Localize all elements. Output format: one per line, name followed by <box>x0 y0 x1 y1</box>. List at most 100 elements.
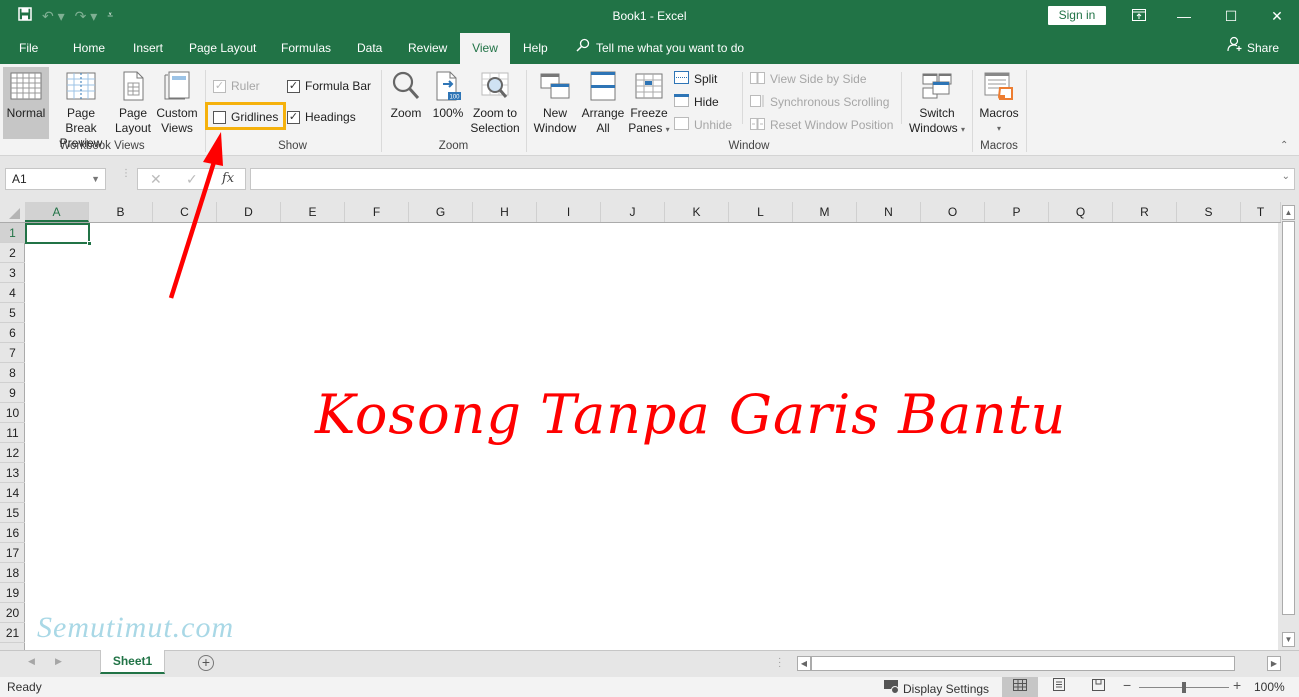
column-header-f[interactable]: F <box>345 202 409 222</box>
active-cell-a1[interactable] <box>25 223 92 246</box>
display-settings-button[interactable]: Display Settings <box>884 680 989 697</box>
tab-data[interactable]: Data <box>347 33 392 64</box>
column-header-m[interactable]: M <box>793 202 857 222</box>
row-header-1[interactable]: 1 <box>0 223 25 243</box>
hide-button[interactable]: Hide <box>674 93 719 111</box>
cancel-icon[interactable]: ✕ <box>150 171 162 188</box>
column-header-q[interactable]: Q <box>1049 202 1113 222</box>
synchronous-scrolling-button[interactable]: Synchronous Scrolling <box>750 93 889 111</box>
sheet-tab-sheet1[interactable]: Sheet1 <box>100 650 165 674</box>
customize-qat-icon[interactable]: ⩡ <box>107 7 113 25</box>
zoom-slider-knob[interactable] <box>1182 682 1186 693</box>
row-header-4[interactable]: 4 <box>0 283 25 303</box>
column-header-n[interactable]: N <box>857 202 921 222</box>
reset-window-position-button[interactable]: Reset Window Position <box>750 116 893 134</box>
row-header-17[interactable]: 17 <box>0 543 25 563</box>
row-header-19[interactable]: 19 <box>0 583 25 603</box>
tell-me-search[interactable]: Tell me what you want to do <box>576 33 744 64</box>
row-header-6[interactable]: 6 <box>0 323 25 343</box>
view-side-by-side-button[interactable]: View Side by Side <box>750 70 867 88</box>
row-header-8[interactable]: 8 <box>0 363 25 383</box>
collapse-ribbon-icon[interactable]: ⌃ <box>1280 140 1288 151</box>
undo-icon[interactable]: ↶ ▾ <box>42 7 65 25</box>
custom-views-button[interactable]: Custom Views <box>154 67 200 139</box>
zoom-percentage[interactable]: 100% <box>1254 680 1285 694</box>
zoom-in-icon[interactable]: + <box>1233 677 1241 693</box>
fill-handle[interactable] <box>87 241 92 246</box>
page-layout-status-icon[interactable] <box>1041 677 1077 697</box>
enter-check-icon[interactable]: ✓ <box>186 171 198 188</box>
row-header-12[interactable]: 12 <box>0 443 25 463</box>
row-header-20[interactable]: 20 <box>0 603 25 623</box>
column-header-s[interactable]: S <box>1177 202 1241 222</box>
column-header-o[interactable]: O <box>921 202 985 222</box>
row-header-10[interactable]: 10 <box>0 403 25 423</box>
save-icon[interactable] <box>18 7 32 25</box>
scroll-right-icon[interactable]: ▶ <box>1267 656 1281 671</box>
row-header-9[interactable]: 9 <box>0 383 25 403</box>
row-header-18[interactable]: 18 <box>0 563 25 583</box>
row-header-14[interactable]: 14 <box>0 483 25 503</box>
maximize-icon[interactable]: ☐ <box>1216 4 1246 28</box>
row-header-7[interactable]: 7 <box>0 343 25 363</box>
horizontal-scrollbar[interactable]: ◀ ▶ <box>797 656 1281 671</box>
tab-review[interactable]: Review <box>398 33 457 64</box>
tab-home[interactable]: Home <box>63 33 115 64</box>
column-header-e[interactable]: E <box>281 202 345 222</box>
new-window-button[interactable]: New Window <box>532 67 578 139</box>
column-header-d[interactable]: D <box>217 202 281 222</box>
column-header-b[interactable]: B <box>89 202 153 222</box>
row-header-16[interactable]: 16 <box>0 523 25 543</box>
row-header-3[interactable]: 3 <box>0 263 25 283</box>
zoom-out-icon[interactable]: − <box>1123 677 1131 693</box>
scroll-up-icon[interactable]: ▲ <box>1282 205 1295 220</box>
column-header-h[interactable]: H <box>473 202 537 222</box>
prev-sheet-icon[interactable]: ◀ <box>28 656 35 667</box>
column-header-a[interactable]: A <box>25 202 89 222</box>
ribbon-display-icon[interactable] <box>1124 4 1154 28</box>
minimize-icon[interactable]: — <box>1169 4 1199 28</box>
select-all-button[interactable] <box>0 202 25 222</box>
normal-view-status-icon[interactable] <box>1002 677 1038 697</box>
column-header-j[interactable]: J <box>601 202 665 222</box>
scroll-down-icon[interactable]: ▼ <box>1282 632 1295 647</box>
name-box[interactable]: A1 ▼ <box>5 168 106 190</box>
macros-button[interactable]: Macros ▾ <box>976 67 1022 139</box>
row-header-21[interactable]: 21 <box>0 623 25 643</box>
page-break-preview-button[interactable]: Page Break Preview <box>50 67 112 150</box>
vertical-scrollbar[interactable]: ▲ ▼ <box>1281 205 1296 648</box>
column-header-p[interactable]: P <box>985 202 1049 222</box>
tab-view[interactable]: View <box>460 33 510 64</box>
column-header-k[interactable]: K <box>665 202 729 222</box>
row-header-13[interactable]: 13 <box>0 463 25 483</box>
share-button[interactable]: Share <box>1227 33 1279 64</box>
tab-insert[interactable]: Insert <box>123 33 173 64</box>
tab-file[interactable]: File <box>9 33 48 64</box>
split-button[interactable]: Split <box>674 70 717 88</box>
scroll-left-icon[interactable]: ◀ <box>797 656 811 671</box>
column-header-g[interactable]: G <box>409 202 473 222</box>
tab-page-layout[interactable]: Page Layout <box>179 33 266 64</box>
tab-formulas[interactable]: Formulas <box>271 33 341 64</box>
redo-icon[interactable]: ↷ ▾ <box>75 7 98 25</box>
page-break-status-icon[interactable] <box>1080 677 1116 697</box>
tab-help[interactable]: Help <box>513 33 558 64</box>
formula-bar-checkbox[interactable]: ✓ Formula Bar <box>287 77 371 95</box>
tab-split-grip[interactable]: · · · <box>778 654 781 672</box>
switch-windows-button[interactable]: Switch Windows ▾ <box>905 67 969 139</box>
formula-bar-grip[interactable]: ⋮ <box>121 169 131 179</box>
row-header-5[interactable]: 5 <box>0 303 25 323</box>
unhide-button[interactable]: Unhide <box>674 116 732 134</box>
formula-input[interactable]: ⌄ <box>250 168 1295 190</box>
headings-checkbox[interactable]: ✓ Headings <box>287 108 356 126</box>
insert-function-icon[interactable]: fx <box>222 171 234 186</box>
column-header-r[interactable]: R <box>1113 202 1177 222</box>
row-header-11[interactable]: 11 <box>0 423 25 443</box>
vertical-scroll-thumb[interactable] <box>1282 221 1295 615</box>
worksheet-grid[interactable]: Kosong Tanpa Garis Bantu Semutimut.com <box>25 223 1278 650</box>
ruler-checkbox[interactable]: ✓ Ruler <box>213 77 260 95</box>
next-sheet-icon[interactable]: ▶ <box>55 656 62 667</box>
horizontal-scroll-thumb[interactable] <box>811 656 1235 671</box>
column-header-t[interactable]: T <box>1241 202 1281 222</box>
zoom-100-button[interactable]: 100 100% <box>429 67 467 139</box>
